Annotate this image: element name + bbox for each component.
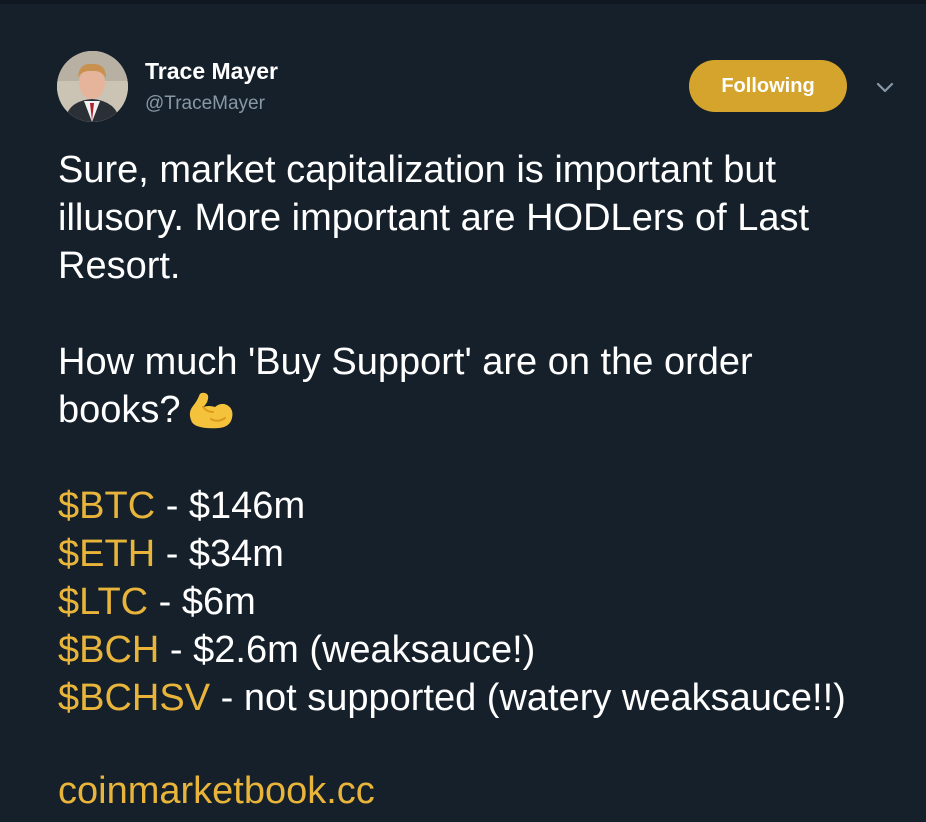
top-border (0, 0, 926, 4)
cashtag-link[interactable]: $BCH (58, 629, 159, 671)
tweet-line: How much 'Buy Support' are on the order (58, 341, 753, 383)
tweet-line: books? (58, 386, 918, 434)
tweet-line: illusory. More important are HODLers of … (58, 197, 810, 239)
cashtag-link[interactable]: $LTC (58, 581, 148, 623)
list-item-detail: - $2.6m (weaksauce!) (159, 629, 536, 671)
tweet-text: Sure, market capitalization is important… (58, 146, 918, 722)
flexed-biceps-icon (185, 390, 237, 430)
avatar[interactable] (57, 51, 128, 122)
list-item: $BCHSV - not supported (watery weaksauce… (58, 674, 918, 722)
list-item-detail: - not supported (watery weaksauce!!) (210, 677, 846, 719)
list-item-detail: - $34m (155, 533, 284, 575)
chevron-down-icon[interactable] (872, 78, 898, 98)
cashtag-link[interactable]: $BCHSV (58, 677, 210, 719)
tweet-line: Sure, market capitalization is important… (58, 149, 777, 191)
tweet-line: Resort. (58, 245, 181, 287)
list-item: $ETH - $34m (58, 530, 918, 578)
display-name[interactable]: Trace Mayer (145, 58, 278, 85)
list-item: $BCH - $2.6m (weaksauce!) (58, 626, 918, 674)
cashtag-link[interactable]: $ETH (58, 533, 155, 575)
list-item-detail: - $6m (148, 581, 256, 623)
user-handle[interactable]: @TraceMayer (145, 93, 265, 115)
cashtag-link[interactable]: $BTC (58, 485, 155, 527)
list-item: $BTC - $146m (58, 482, 918, 530)
following-button[interactable]: Following (689, 60, 847, 112)
list-item-detail: - $146m (155, 485, 306, 527)
avatar-image (57, 51, 128, 122)
external-link[interactable]: coinmarketbook.cc (58, 770, 375, 813)
list-item: $LTC - $6m (58, 578, 918, 626)
tweet-line-text: books? (58, 389, 181, 431)
